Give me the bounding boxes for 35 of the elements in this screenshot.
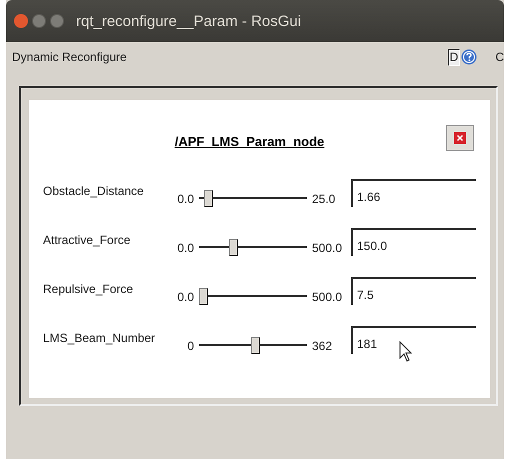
maximize-button[interactable] (50, 14, 64, 28)
slider[interactable] (199, 239, 307, 256)
plugin-title: Dynamic Reconfigure (12, 50, 128, 64)
slider-thumb[interactable] (198, 288, 208, 305)
value-field[interactable]: 150.0 (351, 228, 476, 256)
value-field[interactable]: 1.66 (351, 178, 476, 206)
slider-min: 0.0 (177, 290, 195, 304)
slider[interactable] (199, 288, 307, 305)
slider-min: 0 (186, 338, 195, 352)
slider-max: 500.0 (311, 240, 344, 254)
close-button[interactable] (14, 14, 28, 28)
slider-thumb[interactable] (251, 337, 260, 354)
slider[interactable] (199, 190, 307, 207)
node-title: /APF_LMS_Param_node (174, 134, 324, 148)
param-label: Obstacle_Distance (43, 184, 145, 198)
close-icon (454, 132, 466, 144)
toolbar-label: C (495, 50, 504, 64)
value-field[interactable]: 7.5 (351, 276, 476, 304)
close-node-button[interactable] (446, 125, 474, 151)
param-label: LMS_Beam_Number (43, 331, 156, 345)
slider-thumb[interactable] (204, 190, 214, 207)
minimize-button[interactable] (32, 14, 46, 28)
slider-max: 25.0 (311, 192, 336, 206)
param-label: Attractive_Force (43, 233, 132, 247)
help-icon[interactable] (461, 49, 478, 65)
param-label: Repulsive_Force (43, 282, 134, 296)
slider-max: 500.0 (311, 290, 344, 304)
slider[interactable] (199, 337, 307, 354)
window-title: rqt_reconfigure__Param - RosGui (76, 12, 302, 30)
slider-min: 0.0 (177, 240, 195, 254)
slider-thumb[interactable] (229, 239, 238, 256)
cursor-icon (399, 341, 413, 363)
slider-max: 362 (311, 338, 334, 352)
slider-min: 0.0 (177, 192, 195, 206)
d-button[interactable]: D (448, 48, 460, 66)
